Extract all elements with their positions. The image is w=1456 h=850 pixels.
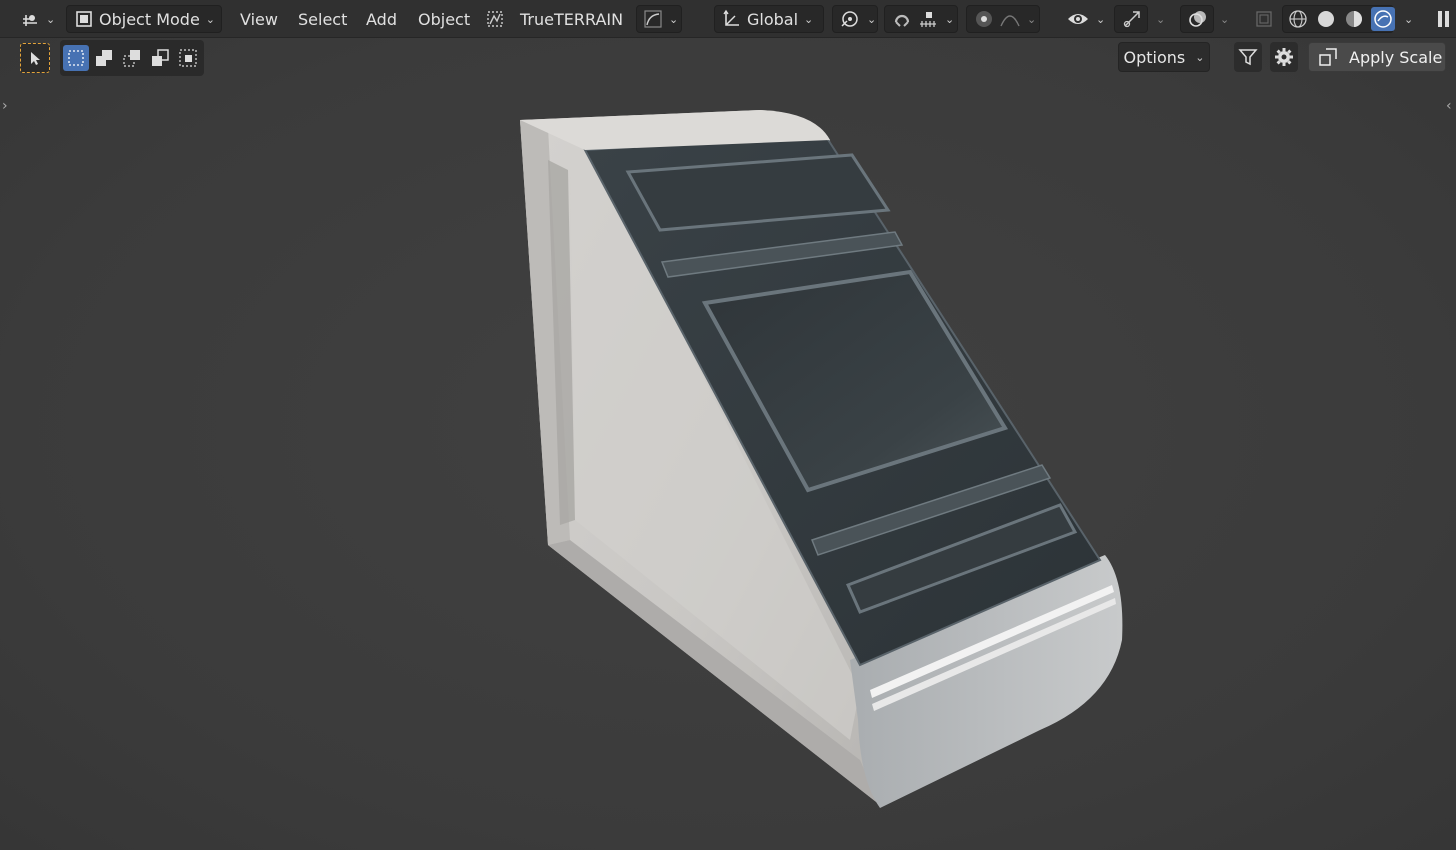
xray-icon [1254,9,1274,29]
mode-label: Object Mode [99,9,200,29]
shading-dropdown[interactable]: ⌄ [1396,5,1419,33]
axis-grid-icon [20,9,40,29]
menu-object[interactable]: Object [412,5,476,33]
gizmo-dropdown[interactable]: ⌄ [1148,5,1171,33]
chevron-down-icon: ⌄ [1404,12,1414,26]
chevron-down-icon: ⌄ [1096,12,1106,26]
chevron-down-icon: ⌄ [1220,12,1230,26]
select-intersect-button[interactable] [175,45,201,71]
select-extend-icon [94,48,114,68]
chevron-down-icon: ⌄ [867,12,877,26]
pivot-point-dropdown[interactable]: ⌄ [832,5,878,33]
orientation-label: Global [747,9,799,29]
options-dropdown[interactable]: Options ⌄ [1118,42,1210,72]
visibility-dropdown[interactable]: ⌄ [1060,5,1111,33]
curve-icon [643,9,663,29]
proportional-edit-icon[interactable] [973,8,995,30]
gizmo-icon [1121,8,1143,30]
toolbar-expand-arrow-icon[interactable]: › [2,98,8,114]
menu-add[interactable]: Add [360,5,403,33]
select-invert-button[interactable] [147,45,173,71]
menu-select-label: Select [298,9,348,29]
curve-tool-dropdown[interactable]: ⌄ [636,5,682,33]
chevron-down-icon: ⌄ [1195,50,1205,64]
chevron-down-icon: ⌄ [669,12,679,26]
cursor-arrow-icon [27,50,43,66]
chevron-down-icon: ⌄ [205,12,215,26]
magnet-icon[interactable] [891,8,913,30]
settings-button[interactable] [1270,42,1298,72]
transform-orientation-dropdown[interactable]: Global ⌄ [714,5,824,33]
chevron-down-icon: ⌄ [1027,12,1037,26]
pause-bars-icon [1436,8,1452,30]
pivot-icon [839,8,861,30]
select-extend-button[interactable] [91,45,117,71]
gear-icon [1273,46,1295,68]
apply-scale-label: Apply Scale [1349,47,1443,67]
material-preview-shading-icon[interactable] [1343,8,1365,30]
object-mode-icon [73,8,95,30]
menu-object-label: Object [418,9,471,29]
select-new-button[interactable] [63,45,89,71]
select-subtract-button[interactable] [119,45,145,71]
mode-selector[interactable]: Object Mode ⌄ [66,5,222,33]
overlays-toggle[interactable] [1180,5,1214,33]
3d-model-render[interactable] [0,0,1456,850]
select-subtract-icon [122,48,142,68]
solid-shading-icon[interactable] [1315,8,1337,30]
rendered-shading-icon[interactable] [1371,7,1395,31]
chevron-down-icon: ⌄ [1156,12,1166,26]
toggle-sidebar-button[interactable] [1430,5,1456,33]
editor-type-button[interactable]: ⌄ [14,5,61,33]
menu-select[interactable]: Select [292,5,353,33]
eye-icon [1066,8,1090,30]
chevron-down-icon: ⌄ [46,12,56,26]
trueterrain-button[interactable]: TrueTERRAIN [478,5,629,33]
3d-viewport[interactable]: ⌄ Object Mode ⌄ View Select Add Object T… [0,0,1456,850]
apply-scale-button[interactable]: Apply Scale [1308,42,1446,72]
xray-toggle[interactable] [1248,5,1280,33]
menu-add-label: Add [366,9,397,29]
menu-view-label: View [240,9,278,29]
sidebar-expand-arrow-icon[interactable]: ‹ [1446,98,1452,114]
gizmo-toggle[interactable] [1114,5,1148,33]
options-label: Options [1123,47,1186,67]
viewport-header: ⌄ Object Mode ⌄ View Select Add Object T… [0,0,1456,38]
select-new-icon [66,48,86,68]
select-invert-icon [150,48,170,68]
snap-increment-icon[interactable] [917,8,939,30]
select-intersect-icon [178,48,198,68]
chevron-down-icon: ⌄ [804,12,814,26]
proportional-edit-group[interactable]: ⌄ [966,5,1040,33]
scale-icon [1317,46,1339,68]
filter-funnel-icon [1237,46,1259,68]
chevron-down-icon: ⌄ [945,12,955,26]
menu-view[interactable]: View [234,5,284,33]
terrain-icon [484,8,506,30]
snap-group[interactable]: ⌄ [884,5,958,33]
overlays-dropdown[interactable]: ⌄ [1212,5,1235,33]
filter-button[interactable] [1234,42,1262,72]
falloff-curve-icon[interactable] [999,8,1021,30]
overlays-icon [1187,8,1209,30]
shading-mode-group[interactable] [1282,5,1395,33]
trueterrain-label: TrueTERRAIN [520,9,624,29]
orientation-axes-icon [721,8,743,30]
wireframe-shading-icon[interactable] [1287,8,1309,30]
select-tool-button[interactable] [20,43,50,73]
